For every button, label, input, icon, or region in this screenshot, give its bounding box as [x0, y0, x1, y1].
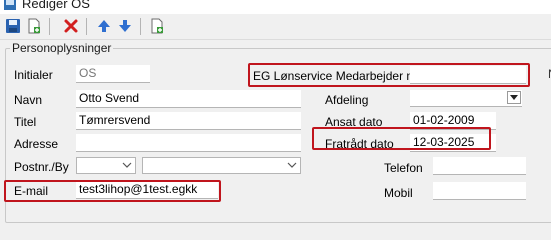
titel-field[interactable]: Tømrersvend [76, 112, 301, 130]
toolbar [0, 14, 551, 40]
toolbar-separator [140, 18, 141, 35]
add-document-button[interactable] [147, 16, 167, 36]
arrow-down-icon [119, 20, 131, 32]
afdeling-label: Afdeling [325, 93, 369, 107]
titel-label: Titel [14, 115, 37, 129]
toolbar-separator [86, 18, 87, 35]
new-document-icon [28, 18, 40, 34]
initialer-field[interactable]: OS [76, 65, 150, 83]
postnr-combo[interactable] [76, 157, 136, 174]
red-x-icon [64, 19, 78, 33]
toolbar-separator [49, 18, 50, 35]
telefon-label: Telefon [384, 161, 423, 175]
move-down-button[interactable] [115, 16, 135, 36]
fratraadt-dato-highlight [312, 127, 491, 150]
arrow-up-icon [98, 20, 110, 32]
delete-button[interactable] [61, 16, 81, 36]
city-combo[interactable] [142, 157, 301, 174]
mobil-field[interactable] [433, 182, 526, 200]
save-button[interactable] [3, 16, 23, 36]
move-up-button[interactable] [94, 16, 114, 36]
postnr-label: Postnr./By [14, 160, 69, 174]
app-icon [3, 0, 17, 14]
chevron-down-icon[interactable] [120, 159, 134, 172]
floppy-disk-icon [6, 19, 20, 33]
add-document-icon [151, 18, 163, 34]
afdeling-combo[interactable] [410, 90, 522, 107]
navn-label: Navn [14, 93, 43, 107]
chevron-down-icon[interactable] [507, 91, 521, 104]
mobil-label: Mobil [384, 186, 413, 200]
window-title: Rediger OS [22, 0, 90, 11]
telefon-field[interactable] [433, 157, 526, 175]
new-document-button[interactable] [24, 16, 44, 36]
chevron-down-icon[interactable] [285, 159, 299, 172]
medarbejder-nr-highlight [248, 63, 530, 87]
initialer-label: Initialer [14, 68, 53, 82]
group-title: Personoplysninger [10, 41, 114, 55]
title-bar: Rediger OS [0, 0, 551, 14]
navn-field[interactable]: Otto Svend [76, 90, 301, 108]
adresse-label: Adresse [14, 137, 59, 151]
adresse-field[interactable] [76, 134, 301, 152]
email-highlight [4, 180, 221, 202]
